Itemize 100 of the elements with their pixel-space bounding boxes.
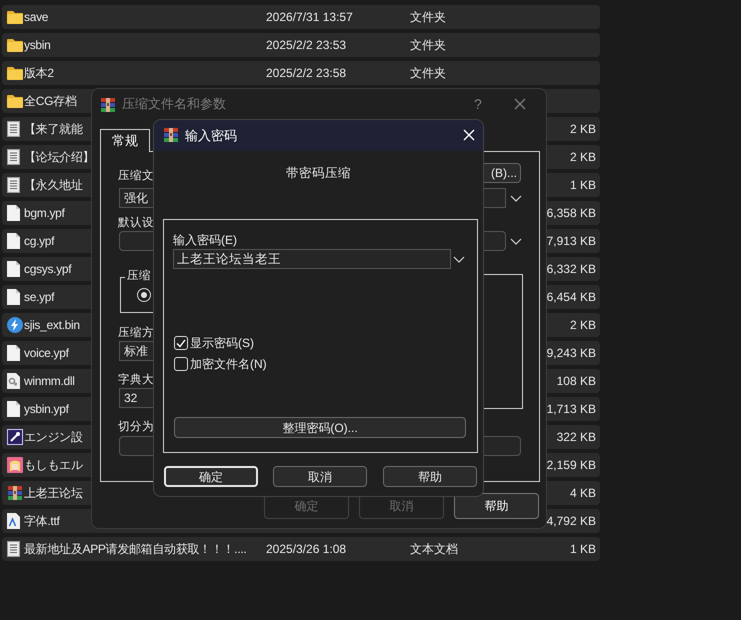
text-file-icon — [7, 121, 20, 137]
file-name: 字体.ttf — [24, 514, 60, 528]
field-label: 压缩方 — [118, 326, 154, 340]
file-date: 2025/3/26 1:08 — [266, 542, 346, 556]
dialog-button[interactable]: 确定 — [164, 466, 258, 487]
field-label: 默认设 — [118, 216, 154, 230]
file-name: cg.ypf — [24, 234, 54, 248]
folder-icon — [7, 38, 23, 52]
file-name: save — [24, 10, 48, 24]
radio-button[interactable] — [137, 288, 151, 302]
file-icon — [7, 401, 20, 417]
dialog-button[interactable]: 帮助 — [454, 493, 539, 519]
file-name: 【永久地址 — [24, 178, 83, 192]
file-size: 1 KB — [570, 542, 596, 556]
field-value: 标准 — [124, 343, 148, 360]
file-name: se.ypf — [24, 290, 54, 304]
file-name: sjis_ext.bin — [24, 318, 80, 332]
field-label: 字典大 — [118, 373, 154, 387]
organize-passwords-button[interactable]: 整理密码(O)... — [174, 417, 466, 438]
file-row[interactable]: 最新地址及APP请发邮箱自动获取！！！.... 2025/3/26 1:08 文本文档 1 KB — [2, 537, 600, 561]
file-name: 全CG存档 — [24, 94, 77, 108]
file-name: bgm.ypf — [24, 206, 65, 220]
app-icon — [7, 457, 23, 473]
file-type: 文件夹 — [410, 38, 446, 52]
file-size: 6,358 KB — [546, 206, 596, 220]
password-field[interactable]: 上老王论坛当老王 — [173, 249, 451, 269]
text-file-icon — [7, 177, 20, 193]
file-name: ysbin — [24, 38, 51, 52]
checkbox[interactable] — [174, 336, 188, 350]
file-type: 文件夹 — [410, 66, 446, 80]
file-size: 9,243 KB — [546, 346, 596, 360]
file-size: 4,792 KB — [546, 514, 596, 528]
file-size: 108 KB — [556, 374, 596, 388]
chevron-down-icon — [510, 238, 522, 244]
file-name: 最新地址及APP请发邮箱自动获取！！！.... — [24, 542, 246, 556]
gear-file-icon — [7, 373, 20, 389]
file-size: 2 KB — [570, 318, 596, 332]
file-date: 2025/2/2 23:53 — [266, 38, 346, 52]
wrench-icon — [7, 429, 23, 445]
file-size: 6,454 KB — [546, 290, 596, 304]
dialog-heading: 带密码压缩 — [285, 165, 352, 182]
file-size: 2,159 KB — [546, 458, 596, 472]
file-name: ysbin.ypf — [24, 402, 69, 416]
file-size: 2 KB — [570, 150, 596, 164]
text-file-icon — [7, 541, 20, 557]
checkbox-label: 显示密码(S) — [190, 335, 254, 352]
field-value: 强化 — [124, 190, 148, 207]
window-title: 压缩文件名和参数 — [122, 95, 226, 113]
file-size: 2 KB — [570, 122, 596, 136]
file-icon — [7, 345, 20, 361]
file-row[interactable]: save 2026/7/31 13:57 文件夹 — [2, 5, 600, 29]
file-icon — [7, 205, 20, 221]
file-icon — [7, 233, 20, 249]
file-name: 版本2 — [24, 66, 54, 80]
folder-icon — [7, 10, 23, 24]
folder-icon — [7, 94, 23, 108]
file-size: 7,913 KB — [546, 234, 596, 248]
file-icon — [7, 261, 20, 277]
archive-icon — [163, 127, 179, 143]
file-size: 1,713 KB — [546, 402, 596, 416]
checkbox-label: 加密文件名(N) — [190, 356, 267, 373]
window-title: 输入密码 — [185, 127, 237, 145]
chevron-down-icon — [510, 194, 522, 202]
file-name: 上老王论坛 — [24, 486, 83, 500]
file-date: 2025/2/2 23:58 — [266, 66, 346, 80]
checkbox[interactable] — [174, 357, 188, 371]
file-size: 1 KB — [570, 178, 596, 192]
font-file-icon — [7, 513, 20, 529]
field-label: 输入密码(E) — [173, 232, 237, 249]
field-value: 32 — [124, 390, 138, 407]
archive-icon — [7, 485, 23, 501]
close-icon — [463, 129, 475, 141]
file-name: winmm.dll — [24, 374, 75, 388]
file-size: 322 KB — [556, 430, 596, 444]
lightning-icon — [7, 317, 23, 333]
file-type: 文本文档 — [410, 542, 458, 556]
file-name: 【论坛介绍】 — [24, 150, 94, 164]
file-name: 【来了就能 — [24, 122, 83, 136]
tab[interactable]: 常规 — [100, 129, 150, 152]
file-icon — [7, 289, 20, 305]
file-size: 6,332 KB — [546, 262, 596, 276]
close-icon — [514, 98, 526, 110]
help-button[interactable]: ? — [470, 94, 486, 115]
file-name: cgsys.ypf — [24, 262, 72, 276]
checkmark-icon — [176, 338, 186, 348]
field-label: 压缩文 — [118, 169, 154, 183]
file-row[interactable]: ysbin 2025/2/2 23:53 文件夹 — [2, 33, 600, 57]
file-name: voice.ypf — [24, 346, 69, 360]
field-value: 上老王论坛当老王 — [177, 250, 281, 268]
file-size: 4 KB — [570, 486, 596, 500]
chevron-down-icon — [453, 256, 465, 262]
file-row[interactable]: 版本2 2025/2/2 23:58 文件夹 — [2, 61, 600, 85]
dialog-button[interactable]: 取消 — [273, 466, 367, 487]
file-name: もしもエル — [24, 458, 83, 472]
text-file-icon — [7, 149, 20, 165]
folder-icon — [7, 66, 23, 80]
group-label: 压缩 — [125, 269, 153, 283]
dialog-button[interactable]: 帮助 — [383, 466, 477, 487]
file-name: エンジン設 — [24, 430, 83, 444]
field-label: 切分为 — [118, 420, 154, 434]
